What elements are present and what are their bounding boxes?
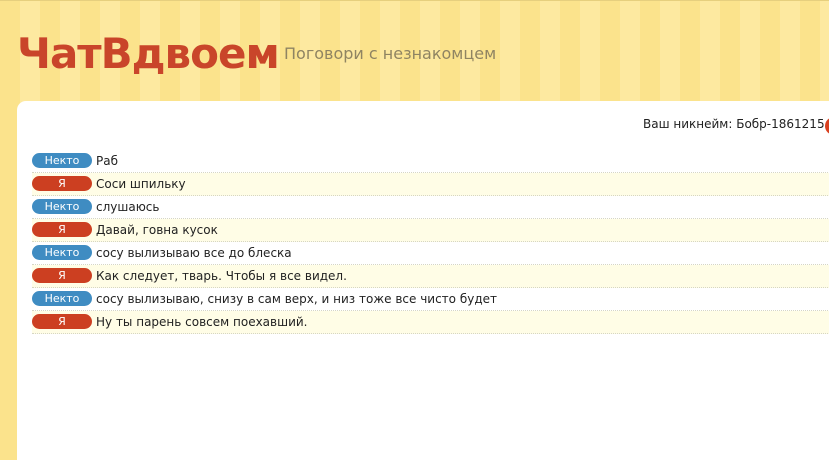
message-row: Некто слушаюсь (32, 196, 829, 219)
message-row: Некто сосу вылизываю, снизу в сам верх, … (32, 288, 829, 311)
message-text: сосу вылизываю, снизу в сам верх, и низ … (96, 292, 497, 306)
stranger-badge: Некто (32, 199, 92, 214)
message-text: слушаюсь (96, 200, 160, 214)
me-badge: Я (32, 222, 92, 237)
me-badge: Я (32, 176, 92, 191)
me-badge: Я (32, 314, 92, 329)
stranger-badge: Некто (32, 245, 92, 260)
stranger-badge: Некто (32, 153, 92, 168)
message-row: Я Соси шпильку (32, 173, 829, 196)
top-border (0, 0, 829, 1)
message-text: сосу вылизываю все до блеска (96, 246, 292, 260)
message-row: Я Ну ты парень совсем поехавший. (32, 311, 829, 334)
message-list: Некто Раб Я Соси шпильку Некто слушаюсь … (32, 150, 829, 334)
site-logo[interactable]: ЧатВдвоем (17, 26, 280, 82)
message-text: Раб (96, 154, 118, 168)
message-row: Некто Раб (32, 150, 829, 173)
site-tagline: Поговори с незнакомцем (284, 44, 497, 63)
message-text: Соси шпильку (96, 177, 186, 191)
stranger-badge: Некто (32, 291, 92, 306)
nickname-label: Ваш никнейм: Бобр-1861215 (643, 117, 825, 131)
message-text: Давай, говна кусок (96, 223, 218, 237)
message-row: Я Давай, говна кусок (32, 219, 829, 242)
message-text: Ну ты парень совсем поехавший. (96, 315, 308, 329)
message-text: Как следует, тварь. Чтобы я все видел. (96, 269, 347, 283)
message-row: Некто сосу вылизываю все до блеска (32, 242, 829, 265)
message-row: Я Как следует, тварь. Чтобы я все видел. (32, 265, 829, 288)
me-badge: Я (32, 268, 92, 283)
